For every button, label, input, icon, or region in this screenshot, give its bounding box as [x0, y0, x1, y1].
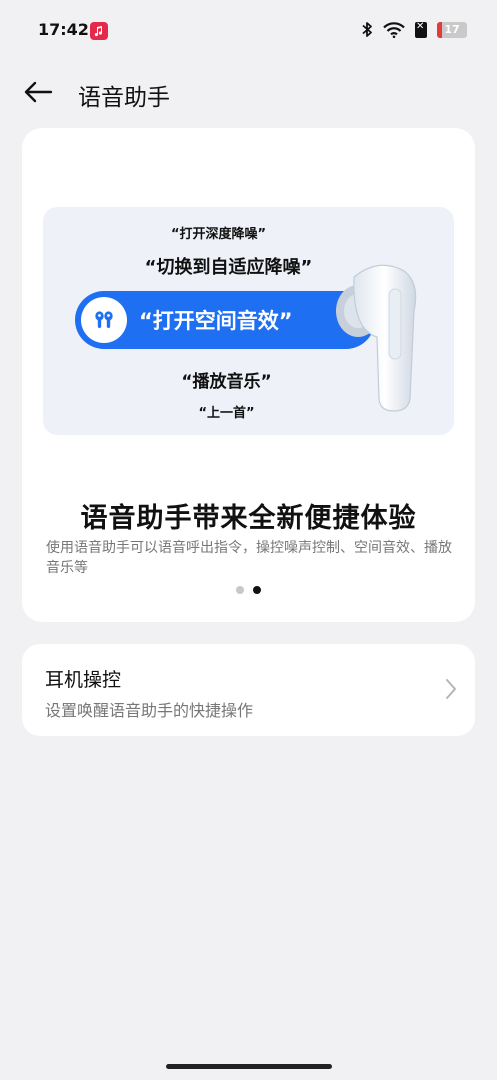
- arrow-left-icon: [24, 81, 53, 103]
- back-button[interactable]: [20, 76, 56, 108]
- status-time: 17:42: [38, 20, 89, 39]
- voice-commands-illustration: “打开深度降噪” “切换到自适应降噪” “打开空间音效” “播放音乐” “上一首…: [43, 207, 454, 435]
- wifi-icon: [383, 21, 405, 38]
- feature-intro-card[interactable]: “打开深度降噪” “切换到自适应降噪” “打开空间音效” “播放音乐” “上一首…: [22, 128, 475, 622]
- hero-description: 使用语音助手可以语音呼出指令，操控噪声控制、空间音效、播放音乐等: [46, 540, 452, 576]
- pagination-dot-active[interactable]: [253, 586, 261, 594]
- music-app-icon: [90, 22, 108, 40]
- earbud-image: [336, 264, 417, 412]
- earphone-control-subtitle: 设置唤醒语音助手的快捷操作: [45, 701, 254, 720]
- status-icons: 17: [361, 21, 467, 38]
- highlighted-command: “打开空间音效”: [139, 309, 293, 333]
- page-title: 语音助手: [78, 85, 170, 111]
- carousel-pagination: [22, 586, 475, 594]
- app-bar: 语音助手: [0, 62, 497, 122]
- no-sim-icon: [415, 21, 427, 38]
- command-phrase: “打开深度降噪”: [170, 227, 267, 242]
- home-indicator[interactable]: [166, 1064, 332, 1069]
- hero-heading: 语音助手带来全新便捷体验: [80, 503, 417, 534]
- battery-icon: 17: [437, 21, 467, 38]
- battery-level: 17: [444, 23, 460, 36]
- status-bar: 17:42 17: [0, 0, 497, 62]
- earphone-control-item[interactable]: 耳机操控 设置唤醒语音助手的快捷操作: [22, 644, 475, 736]
- bluetooth-icon: [362, 22, 372, 37]
- pagination-dot[interactable]: [236, 586, 244, 594]
- highlighted-command-pill: “打开空间音效”: [75, 291, 375, 349]
- earphone-control-title: 耳机操控: [45, 669, 122, 691]
- earbuds-icon: [81, 297, 127, 343]
- chevron-right-icon: [446, 679, 456, 699]
